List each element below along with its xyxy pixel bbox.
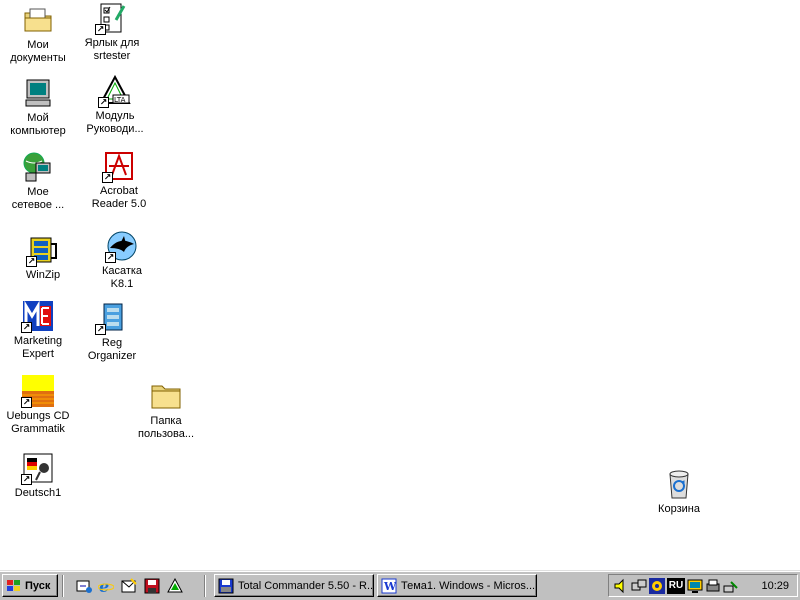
- desktop-icon-ilta-module[interactable]: LTA ↗ Модуль Руководи...: [77, 74, 153, 136]
- svg-text:LTA: LTA: [114, 96, 126, 104]
- shortcut-arrow-icon: ↗: [21, 474, 32, 485]
- monitor-icon[interactable]: [687, 578, 703, 594]
- desktop-icon-label: WinZip: [25, 269, 61, 281]
- desktop-icon-my-documents[interactable]: Мои документы: [0, 4, 76, 65]
- desktop: Мои документы ↗ Ярлык для srtester Мой к…: [0, 0, 800, 570]
- taskbar: Пуск e Total Commander 5.50 - R... W Тем…: [0, 570, 800, 600]
- language-indicator-icon[interactable]: RU: [667, 577, 685, 594]
- outlook-express-icon[interactable]: [120, 577, 138, 595]
- desktop-icon-label: Acrobat Reader 5.0: [91, 185, 147, 210]
- desktop-icon-label: Мое сетевое ...: [11, 186, 65, 211]
- desktop-icon-label: Корзина: [658, 503, 700, 515]
- srtester-shortcut-icon: ↗: [95, 2, 128, 35]
- antivirus-icon[interactable]: [649, 577, 665, 594]
- show-desktop-icon[interactable]: [75, 577, 93, 595]
- clock[interactable]: 10:29: [761, 580, 789, 592]
- shortcut-arrow-icon: ↗: [21, 322, 32, 333]
- shortcut-arrow-icon: ↗: [102, 172, 113, 183]
- desktop-icon-srtester[interactable]: ↗ Ярлык для srtester: [74, 2, 150, 63]
- my-computer-icon: [22, 77, 54, 109]
- desktop-icon-winzip[interactable]: ↗ WinZip: [5, 234, 81, 282]
- shortcut-arrow-icon: ↗: [105, 252, 116, 263]
- folder-icon: [150, 380, 182, 412]
- recycle-bin-icon: [663, 468, 695, 500]
- desktop-icon-acrobat-reader[interactable]: ↗ Acrobat Reader 5.0: [81, 150, 157, 211]
- internet-explorer-icon[interactable]: e: [97, 577, 115, 595]
- shortcut-arrow-icon: ↗: [98, 97, 109, 108]
- desktop-icon-label: Касатка K8.1: [101, 265, 143, 290]
- volume-icon[interactable]: [613, 578, 629, 594]
- desktop-icon-recycle-bin[interactable]: Корзина: [641, 468, 717, 516]
- svg-text:e: e: [99, 578, 109, 594]
- my-documents-folder-icon: [22, 4, 54, 36]
- task-button-total-commander[interactable]: Total Commander 5.50 - R...: [214, 574, 374, 597]
- desktop-icon-label: Marketing Expert: [13, 335, 63, 360]
- desktop-icon-label: Reg Organizer: [87, 337, 137, 362]
- svg-text:W: W: [383, 580, 397, 593]
- shortcut-arrow-icon: ↗: [21, 397, 32, 408]
- desktop-icon-kasatka[interactable]: ↗ Касатка K8.1: [84, 230, 160, 291]
- desktop-icon-label: Папка пользова...: [137, 415, 195, 440]
- desktop-icon-label: Мои документы: [10, 39, 66, 64]
- ilta-module-icon: LTA ↗: [98, 74, 131, 108]
- desktop-icon-label: Модуль Руководи...: [86, 110, 144, 135]
- desktop-icon-deutsch1[interactable]: ↗ Deutsch1: [0, 452, 76, 500]
- network-places-icon: [22, 151, 54, 183]
- start-button[interactable]: Пуск: [2, 574, 58, 597]
- winzip-icon: ↗: [26, 234, 59, 267]
- connection-icon[interactable]: [723, 578, 739, 594]
- desktop-icon-marketing-expert[interactable]: ↗ Marketing Expert: [0, 300, 76, 361]
- desktop-icon-label: Deutsch1: [14, 487, 62, 499]
- taskbar-separator: [62, 575, 64, 597]
- desktop-icon-reg-organizer[interactable]: ↗ Reg Organizer: [74, 302, 150, 363]
- task-label: Тема1. Windows - Micros...: [401, 579, 536, 592]
- system-tray: RU 10:29: [608, 574, 798, 597]
- reg-organizer-icon: ↗: [95, 302, 128, 335]
- desktop-icon-label: Ярлык для srtester: [84, 37, 140, 62]
- language-label: RU: [668, 580, 684, 591]
- taskbar-separator: [204, 575, 206, 597]
- task-button-word-document[interactable]: W Тема1. Windows - Micros...: [377, 574, 537, 597]
- start-label: Пуск: [25, 579, 51, 592]
- marketing-expert-icon: ↗: [21, 300, 54, 333]
- desktop-icon-network-places[interactable]: Мое сетевое ...: [0, 151, 76, 212]
- acrobat-reader-icon: ↗: [102, 150, 135, 183]
- printer-icon[interactable]: [705, 578, 721, 594]
- total-commander-icon: [218, 578, 234, 594]
- desktop-icon-my-computer[interactable]: Мой компьютер: [0, 77, 76, 138]
- save-disk-icon[interactable]: [143, 577, 161, 595]
- desktop-icon-label: Мой компьютер: [10, 112, 66, 137]
- deutsch-icon: ↗: [21, 452, 54, 485]
- ilta-icon[interactable]: [166, 577, 184, 595]
- word-document-icon: W: [381, 578, 397, 594]
- network-icon[interactable]: [631, 578, 647, 594]
- windows-logo-icon: [6, 579, 22, 593]
- shortcut-arrow-icon: ↗: [26, 256, 37, 267]
- desktop-icon-uebungs-cd[interactable]: ↗ Uebungs CD Grammatik: [0, 375, 76, 436]
- shortcut-arrow-icon: ↗: [95, 324, 106, 335]
- kasatka-icon: ↗: [105, 230, 138, 263]
- desktop-icon-user-folder[interactable]: Папка пользова...: [128, 380, 204, 441]
- shortcut-arrow-icon: ↗: [95, 24, 106, 35]
- task-label: Total Commander 5.50 - R...: [238, 579, 374, 592]
- uebungs-cd-icon: ↗: [21, 375, 54, 408]
- desktop-icon-label: Uebungs CD Grammatik: [6, 410, 70, 435]
